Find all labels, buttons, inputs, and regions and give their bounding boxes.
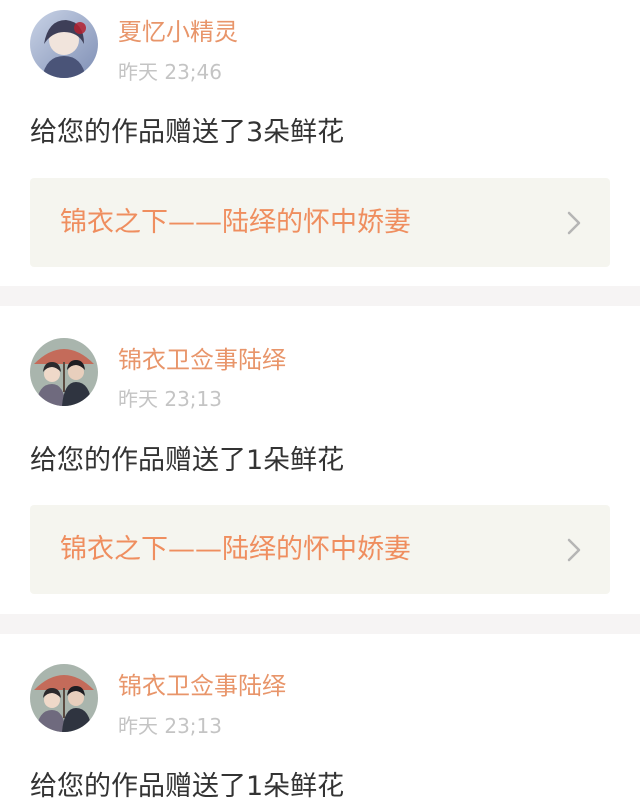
chevron-right-icon [567, 211, 581, 235]
gift-message: 给您的作品赠送了1朵鲜花 [30, 445, 345, 476]
gift-notification-card: 夏忆小精灵 昨天 23;46 给您的作品赠送了3朵鲜花 锦衣之下——陆绎的怀中娇… [0, 0, 640, 286]
username[interactable]: 夏忆小精灵 [118, 18, 238, 46]
avatar-couple-umbrella-image [30, 664, 98, 732]
avatar-girl-blue-image [30, 10, 98, 78]
username[interactable]: 锦衣卫佥事陆绎 [118, 672, 286, 700]
chevron-right-icon [567, 538, 581, 562]
work-title: 锦衣之下——陆绎的怀中娇妻 [60, 207, 411, 238]
section-divider [0, 614, 640, 634]
user-avatar[interactable] [30, 10, 98, 78]
avatar-couple-umbrella-image [30, 338, 98, 406]
timestamp: 昨天 23;13 [118, 387, 222, 411]
user-avatar[interactable] [30, 664, 98, 732]
gift-message: 给您的作品赠送了3朵鲜花 [30, 117, 345, 148]
timestamp: 昨天 23;13 [118, 714, 222, 738]
user-avatar[interactable] [30, 338, 98, 406]
work-link-button[interactable]: 锦衣之下——陆绎的怀中娇妻 [30, 505, 610, 594]
work-title: 锦衣之下——陆绎的怀中娇妻 [60, 534, 411, 565]
work-link-button[interactable]: 锦衣之下——陆绎的怀中娇妻 [30, 178, 610, 267]
gift-notification-card: 锦衣卫佥事陆绎 昨天 23;13 给您的作品赠送了1朵鲜花 [0, 634, 640, 804]
section-divider [0, 286, 640, 306]
gift-message: 给您的作品赠送了1朵鲜花 [30, 771, 345, 802]
gift-notification-feed: 夏忆小精灵 昨天 23;46 给您的作品赠送了3朵鲜花 锦衣之下——陆绎的怀中娇… [0, 0, 640, 804]
timestamp: 昨天 23;46 [118, 60, 222, 84]
username[interactable]: 锦衣卫佥事陆绎 [118, 346, 286, 374]
gift-notification-card: 锦衣卫佥事陆绎 昨天 23;13 给您的作品赠送了1朵鲜花 锦衣之下——陆绎的怀… [0, 306, 640, 614]
